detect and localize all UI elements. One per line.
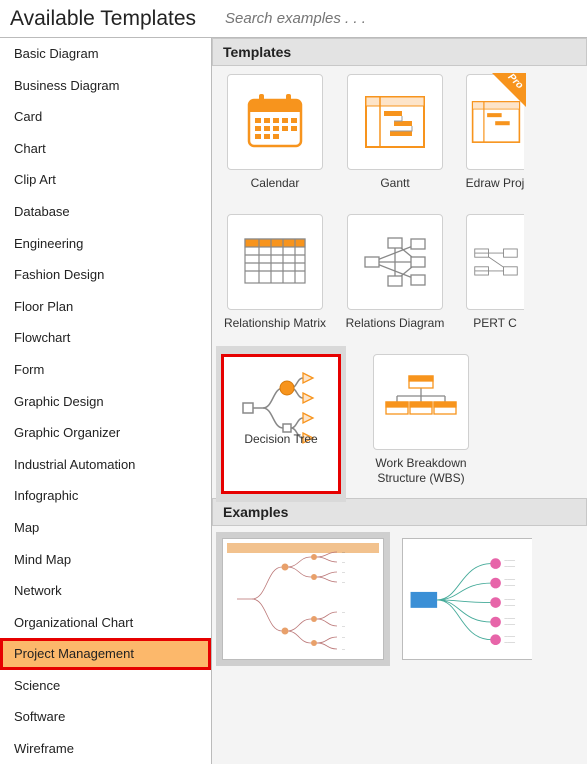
edraw-project-icon: Pro: [466, 74, 524, 170]
template-label: Decision Tree: [244, 420, 317, 454]
svg-text:———: ———: [504, 558, 515, 562]
sidebar-item-industrial-automation[interactable]: Industrial Automation: [0, 449, 211, 481]
template-label: Gantt: [380, 170, 409, 204]
sidebar: Basic Diagram Business Diagram Card Char…: [0, 38, 212, 764]
sidebar-item-map[interactable]: Map: [0, 512, 211, 544]
svg-text:———: ———: [504, 616, 515, 620]
sidebar-item-floor-plan[interactable]: Floor Plan: [0, 291, 211, 323]
template-gantt[interactable]: Gantt: [340, 74, 450, 204]
template-wbs[interactable]: Work Breakdown Structure (WBS): [356, 354, 486, 494]
header-bar: Available Templates: [0, 0, 587, 38]
svg-text:—: —: [342, 550, 345, 554]
svg-text:———: ———: [504, 634, 515, 638]
examples-header: Examples: [212, 498, 587, 526]
sidebar-item-wireframe[interactable]: Wireframe: [0, 733, 211, 764]
decision-tree-icon: Decision Tree: [221, 354, 341, 494]
template-calendar[interactable]: Calendar: [220, 74, 330, 204]
template-relations-diagram[interactable]: Relations Diagram: [340, 214, 450, 344]
svg-text:—: —: [342, 610, 345, 614]
wbs-icon: [373, 354, 469, 450]
svg-text:—: —: [342, 624, 345, 628]
content-pane: Templates: [212, 38, 587, 764]
search-input[interactable]: [225, 6, 581, 31]
svg-text:—: —: [342, 580, 345, 584]
template-label: Calendar: [251, 170, 300, 204]
svg-text:—: —: [342, 635, 345, 639]
template-label: Work Breakdown Structure (WBS): [356, 450, 486, 486]
svg-text:———: ———: [504, 577, 515, 581]
svg-text:—: —: [342, 560, 345, 564]
sidebar-item-card[interactable]: Card: [0, 101, 211, 133]
sidebar-item-flowchart[interactable]: Flowchart: [0, 322, 211, 354]
example-decision-tree-1[interactable]: — — — — — — — —: [222, 538, 384, 660]
svg-text:———: ———: [504, 640, 515, 644]
examples-grid: ———— ————: [212, 526, 587, 672]
sidebar-item-graphic-design[interactable]: Graphic Design: [0, 386, 211, 418]
templates-header: Templates: [212, 38, 587, 66]
sidebar-item-project-management[interactable]: Project Management: [0, 638, 211, 670]
sidebar-item-science[interactable]: Science: [0, 670, 211, 702]
template-label: PERT C: [473, 310, 517, 344]
pert-icon: [466, 214, 524, 310]
svg-text:—: —: [342, 570, 345, 574]
sidebar-item-network[interactable]: Network: [0, 575, 211, 607]
template-decision-tree[interactable]: Decision Tree: [216, 346, 346, 502]
relations-icon: [347, 214, 443, 310]
template-pert[interactable]: PERT C: [460, 214, 530, 344]
sidebar-item-infographic[interactable]: Infographic: [0, 480, 211, 512]
sidebar-item-chart[interactable]: Chart: [0, 133, 211, 165]
template-label: Edraw Proj: [466, 170, 525, 204]
template-label: Relations Diagram: [346, 310, 445, 344]
svg-text:———: ———: [504, 564, 515, 568]
svg-text:———: ———: [504, 603, 515, 607]
sidebar-item-database[interactable]: Database: [0, 196, 211, 228]
svg-text:—: —: [342, 647, 345, 651]
svg-text:———: ———: [504, 584, 515, 588]
template-label: Relationship Matrix: [224, 310, 326, 344]
page-title: Available Templates: [0, 7, 225, 31]
sidebar-item-fashion-design[interactable]: Fashion Design: [0, 259, 211, 291]
matrix-icon: [227, 214, 323, 310]
sidebar-item-software[interactable]: Software: [0, 701, 211, 733]
svg-text:———: ———: [504, 597, 515, 601]
sidebar-item-graphic-organizer[interactable]: Graphic Organizer: [0, 417, 211, 449]
sidebar-item-form[interactable]: Form: [0, 354, 211, 386]
pro-badge: Pro: [492, 73, 526, 107]
sidebar-item-basic-diagram[interactable]: Basic Diagram: [0, 38, 211, 70]
example-decision-tree-2[interactable]: ——— ——— ——— ——— ——— ——— ——— ——— ——— ———: [402, 538, 532, 660]
sidebar-item-clip-art[interactable]: Clip Art: [0, 164, 211, 196]
sidebar-item-organizational-chart[interactable]: Organizational Chart: [0, 607, 211, 639]
sidebar-item-mind-map[interactable]: Mind Map: [0, 544, 211, 576]
sidebar-item-engineering[interactable]: Engineering: [0, 228, 211, 260]
calendar-icon: [227, 74, 323, 170]
search-wrap: [225, 2, 587, 35]
template-relationship-matrix[interactable]: Relationship Matrix: [220, 214, 330, 344]
gantt-icon: [347, 74, 443, 170]
templates-grid: Calendar Gantt: [212, 66, 587, 498]
sidebar-item-business-diagram[interactable]: Business Diagram: [0, 70, 211, 102]
svg-text:———: ———: [504, 623, 515, 627]
template-edraw-project[interactable]: Pro Edraw Proj: [460, 74, 530, 204]
